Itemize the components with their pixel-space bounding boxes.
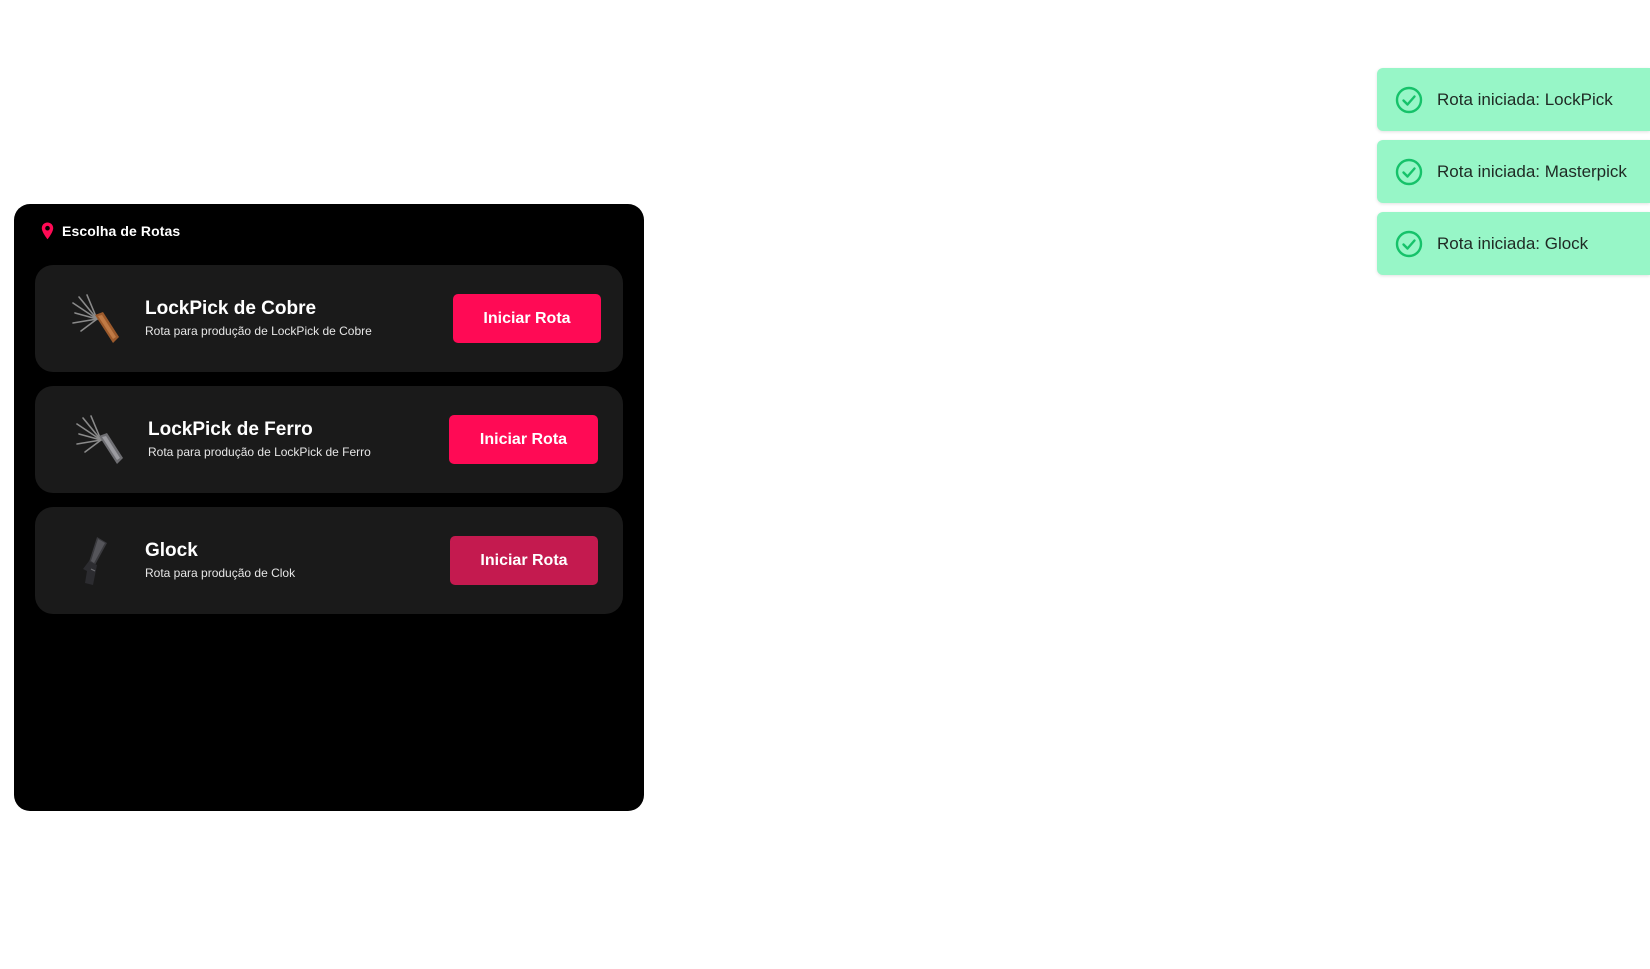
route-list: LockPick de Cobre Rota para produção de … — [35, 265, 623, 614]
route-card-lockpick-cobre: LockPick de Cobre Rota para produção de … — [35, 265, 623, 372]
pistol-icon — [83, 537, 107, 585]
toast-notification[interactable]: Rota iniciada: Glock — [1377, 212, 1650, 275]
route-title: LockPick de Cobre — [145, 298, 317, 319]
route-text: Glock Rota para produção de Clok — [145, 540, 295, 581]
toast-message: Rota iniciada: Masterpick — [1437, 161, 1627, 181]
check-circle-icon — [1395, 158, 1423, 185]
panel-title: Escolha de Rotas — [62, 223, 181, 239]
toast-notification[interactable]: Rota iniciada: LockPick — [1377, 68, 1650, 131]
routes-panel: Escolha de Rotas LockPick de Cobre Rota … — [14, 204, 644, 811]
route-title: LockPick de Ferro — [148, 419, 313, 440]
route-description: Rota para produção de LockPick de Cobre — [145, 324, 372, 338]
route-description: Rota para produção de Clok — [145, 566, 296, 580]
panel-header: Escolha de Rotas — [41, 222, 180, 240]
route-text: LockPick de Ferro Rota para produção de … — [148, 419, 371, 460]
route-title: Glock — [145, 540, 198, 561]
route-description: Rota para produção de LockPick de Ferro — [148, 445, 371, 459]
map-pin-icon — [41, 222, 54, 240]
toast-stack: Rota iniciada: LockPick Rota iniciada: M… — [1377, 68, 1650, 275]
check-circle-icon — [1395, 86, 1423, 113]
check-circle-icon — [1395, 230, 1423, 257]
route-card-lockpick-ferro: LockPick de Ferro Rota para produção de … — [35, 386, 623, 493]
route-card-glock: Glock Rota para produção de Clok Iniciar… — [35, 507, 623, 614]
toast-notification[interactable]: Rota iniciada: Masterpick — [1377, 140, 1650, 203]
start-route-button-lockpick-ferro[interactable]: Iniciar Rota — [449, 415, 598, 464]
route-text: LockPick de Cobre Rota para produção de … — [145, 298, 372, 339]
iron-lockpick-icon — [76, 415, 123, 464]
copper-lockpick-icon — [72, 294, 119, 343]
start-route-button-glock[interactable]: Iniciar Rota — [450, 536, 598, 585]
toast-message: Rota iniciada: Glock — [1437, 233, 1589, 253]
start-route-button-lockpick-cobre[interactable]: Iniciar Rota — [453, 294, 601, 343]
toast-message: Rota iniciada: LockPick — [1437, 89, 1613, 109]
